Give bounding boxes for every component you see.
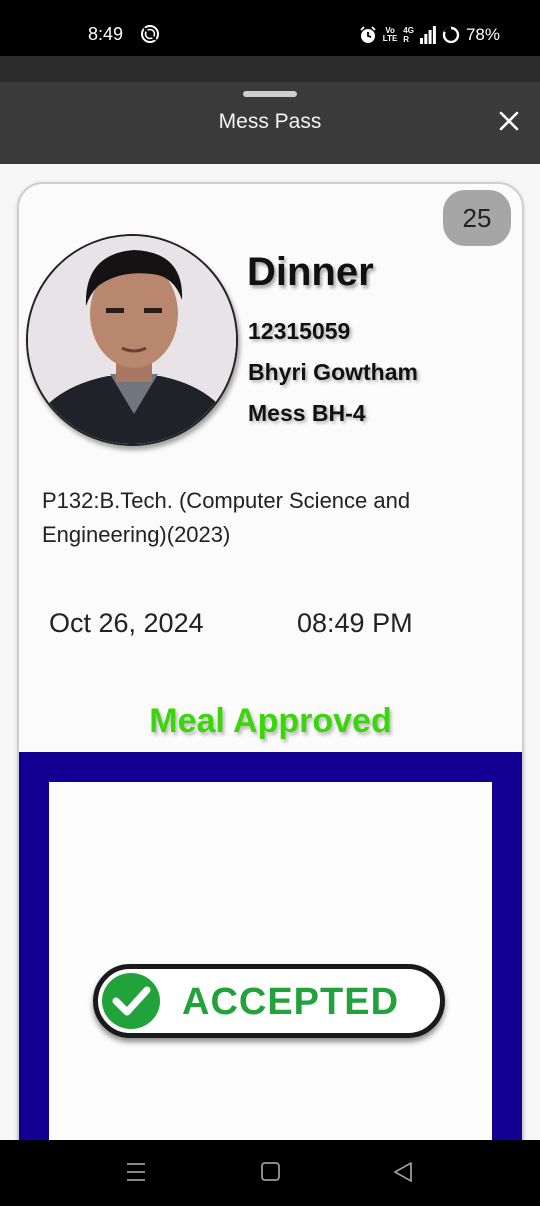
status-panel: ACCEPTED bbox=[49, 782, 492, 1170]
navigation-bar bbox=[0, 1140, 540, 1206]
meal-status: Meal Approved bbox=[149, 702, 392, 740]
registration-number: 12315059 bbox=[248, 318, 351, 344]
signal-icon bbox=[419, 26, 436, 44]
dimmed-background bbox=[0, 56, 540, 82]
back-triangle-icon[interactable] bbox=[392, 1160, 414, 1189]
spiral-icon bbox=[140, 24, 160, 44]
accepted-stamp: ACCEPTED bbox=[93, 964, 445, 1038]
mess-name: Mess BH-4 bbox=[248, 400, 366, 426]
battery-percent: 78% bbox=[465, 25, 500, 44]
sheet-title: Mess Pass bbox=[218, 110, 322, 133]
close-icon bbox=[499, 111, 519, 131]
status-time: 8:49 bbox=[88, 24, 124, 44]
pass-date: Oct 26, 2024 bbox=[49, 608, 204, 638]
mess-pass-card: 25 Dinner 12315059 Bhyri Gowtham Mess BH… bbox=[17, 182, 524, 1172]
program-info: P132:B.Tech. (Computer Science and Engin… bbox=[42, 488, 411, 547]
volte-bottom: LTE bbox=[382, 34, 398, 43]
sheet-header: Mess Pass bbox=[0, 82, 540, 164]
sheet-body: 25 Dinner 12315059 Bhyri Gowtham Mess BH… bbox=[0, 164, 540, 1172]
drag-handle[interactable] bbox=[243, 91, 297, 97]
check-circle-icon bbox=[102, 973, 160, 1029]
count-badge: 25 bbox=[443, 190, 511, 246]
alarm-icon bbox=[359, 26, 377, 44]
status-bar: 8:49 Vo LTE 4G R 78% bbox=[0, 0, 540, 56]
network-type: 4G R bbox=[403, 26, 414, 44]
status-frame: ACCEPTED bbox=[19, 752, 522, 1170]
meal-type: Dinner bbox=[247, 250, 374, 294]
home-square-icon[interactable] bbox=[260, 1160, 282, 1189]
network-sub-label: R bbox=[403, 35, 410, 44]
student-photo bbox=[26, 234, 238, 446]
close-button[interactable] bbox=[492, 104, 526, 138]
accepted-label: ACCEPTED bbox=[182, 981, 400, 1023]
menu-icon[interactable] bbox=[126, 1160, 146, 1189]
pass-time: 08:49 PM bbox=[297, 608, 413, 638]
status-indicators: Vo LTE 4G R 78% bbox=[359, 24, 500, 46]
network-label: 4G bbox=[403, 26, 414, 35]
volte-indicator: Vo LTE bbox=[383, 27, 398, 43]
battery-ring-icon bbox=[442, 26, 460, 44]
student-name: Bhyri Gowtham bbox=[248, 359, 418, 385]
